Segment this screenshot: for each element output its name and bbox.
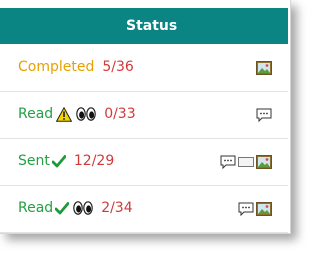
status-cell: Sent 12/29 (18, 153, 114, 169)
warning-icon (56, 106, 73, 122)
speech-bubble-icon[interactable] (256, 108, 272, 122)
eyes-icon (73, 201, 93, 215)
reply-count: 0/33 (104, 106, 136, 122)
table-row[interactable]: Sent 12/29 (0, 139, 288, 186)
status-cell: Read 0/33 (18, 106, 136, 122)
status-panel: Status Completed 5/36 Read 0/33 Sent 12/… (0, 0, 291, 234)
status-header-label: Status (126, 18, 178, 34)
row-icons (238, 202, 272, 216)
reply-count: 5/36 (102, 59, 134, 75)
speech-bubble-icon[interactable] (220, 155, 236, 169)
table-row[interactable]: Read 2/34 (0, 186, 288, 233)
status-label: Completed (18, 59, 95, 75)
reply-count: 12/29 (73, 153, 115, 169)
image-icon[interactable] (256, 155, 272, 169)
status-column-header[interactable]: Status (0, 8, 288, 44)
table-row[interactable]: Read 0/33 (0, 92, 288, 139)
envelope-icon[interactable] (238, 155, 254, 169)
image-icon[interactable] (256, 202, 272, 216)
status-label: Sent (18, 153, 50, 169)
status-label: Read (18, 200, 54, 216)
table-row[interactable]: Completed 5/36 (0, 45, 288, 92)
status-cell: Read 2/34 (18, 200, 133, 216)
speech-bubble-icon[interactable] (238, 202, 254, 216)
row-icons (256, 61, 272, 75)
status-cell: Completed 5/36 (18, 59, 134, 75)
status-label: Read (18, 106, 54, 122)
eyes-icon (76, 107, 96, 121)
image-icon[interactable] (256, 61, 272, 75)
row-icons (256, 108, 272, 122)
checkmark-icon (55, 201, 70, 214)
row-icons (220, 155, 272, 169)
checkmark-icon (51, 154, 66, 167)
reply-count: 2/34 (101, 200, 133, 216)
